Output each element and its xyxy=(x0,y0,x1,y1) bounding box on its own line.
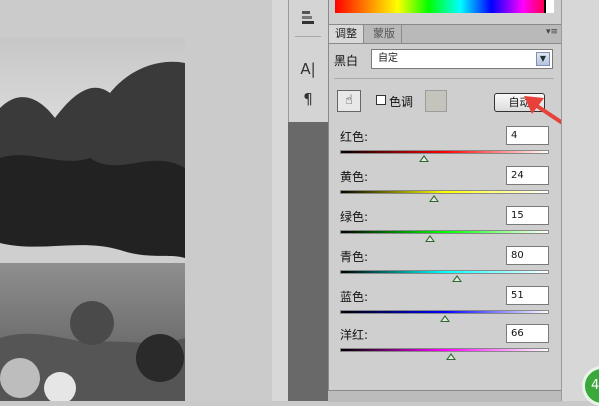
tab-masks[interactable]: 蒙版 xyxy=(367,25,402,43)
canvas-gutter xyxy=(272,0,288,401)
slider-label: 青色: xyxy=(340,250,369,264)
slider-track[interactable] xyxy=(340,270,549,274)
slider-thumb-icon[interactable] xyxy=(452,275,463,282)
slider-label: 黄色: xyxy=(340,170,369,184)
panel-menu-icon[interactable]: ▾≡ xyxy=(546,27,558,37)
document-canvas[interactable] xyxy=(0,0,288,401)
slider-row: 青色: 80 xyxy=(333,246,555,286)
slider-value-input[interactable]: 15 xyxy=(506,206,549,225)
layers-icon[interactable] xyxy=(296,6,320,28)
tint-color-swatch[interactable] xyxy=(425,90,447,112)
slider-row: 绿色: 15 xyxy=(333,206,555,246)
chevron-down-icon[interactable]: ▼ xyxy=(536,52,550,66)
preset-dropdown[interactable]: 自定 ▼ xyxy=(371,49,553,69)
slider-thumb-icon[interactable] xyxy=(445,353,456,360)
tint-label: 色调 xyxy=(389,95,414,109)
slider-thumb-icon[interactable] xyxy=(439,315,450,322)
dock-empty-area xyxy=(288,122,328,401)
slider-label: 蓝色: xyxy=(340,290,369,304)
grayscale-landscape-photo xyxy=(0,38,185,401)
slider-label: 红色: xyxy=(340,130,369,144)
paragraph-panel-icon[interactable]: ¶ xyxy=(296,88,320,110)
slider-value-input[interactable]: 51 xyxy=(506,286,549,305)
slider-track[interactable] xyxy=(340,190,549,194)
slider-thumb-icon[interactable] xyxy=(429,195,440,202)
slider-row: 洋红: 66 xyxy=(333,324,555,364)
slider-row: 蓝色: 51 xyxy=(333,286,555,326)
panel-divider xyxy=(334,78,554,79)
preset-label: 黑白 xyxy=(334,54,359,68)
slider-track[interactable] xyxy=(340,348,549,352)
panel-tabs: 调整 蒙版 ▾≡ xyxy=(329,24,562,44)
slider-value-input[interactable]: 66 xyxy=(506,324,549,343)
right-dock-strip xyxy=(561,0,599,401)
color-spectrum-bar[interactable] xyxy=(335,0,554,13)
slider-track[interactable] xyxy=(340,150,549,154)
slider-value-input[interactable]: 24 xyxy=(506,166,549,185)
tint-checkbox[interactable] xyxy=(376,95,386,105)
slider-label: 绿色: xyxy=(340,210,369,224)
preset-value: 自定 xyxy=(378,53,398,64)
slider-thumb-icon[interactable] xyxy=(424,235,435,242)
character-panel-icon[interactable]: A| xyxy=(296,58,320,80)
panel-bottom-toolbar xyxy=(328,390,561,402)
dock-separator xyxy=(295,36,321,37)
tab-adjustments[interactable]: 调整 xyxy=(329,25,364,43)
slider-track[interactable] xyxy=(340,310,549,314)
slider-value-input[interactable]: 80 xyxy=(506,246,549,265)
targeted-adjustment-hand-icon[interactable]: ☝ xyxy=(337,90,361,112)
slider-track[interactable] xyxy=(340,230,549,234)
slider-label: 洋红: xyxy=(340,328,369,342)
slider-row: 黄色: 24 xyxy=(333,166,555,206)
slider-thumb-icon[interactable] xyxy=(418,155,429,162)
